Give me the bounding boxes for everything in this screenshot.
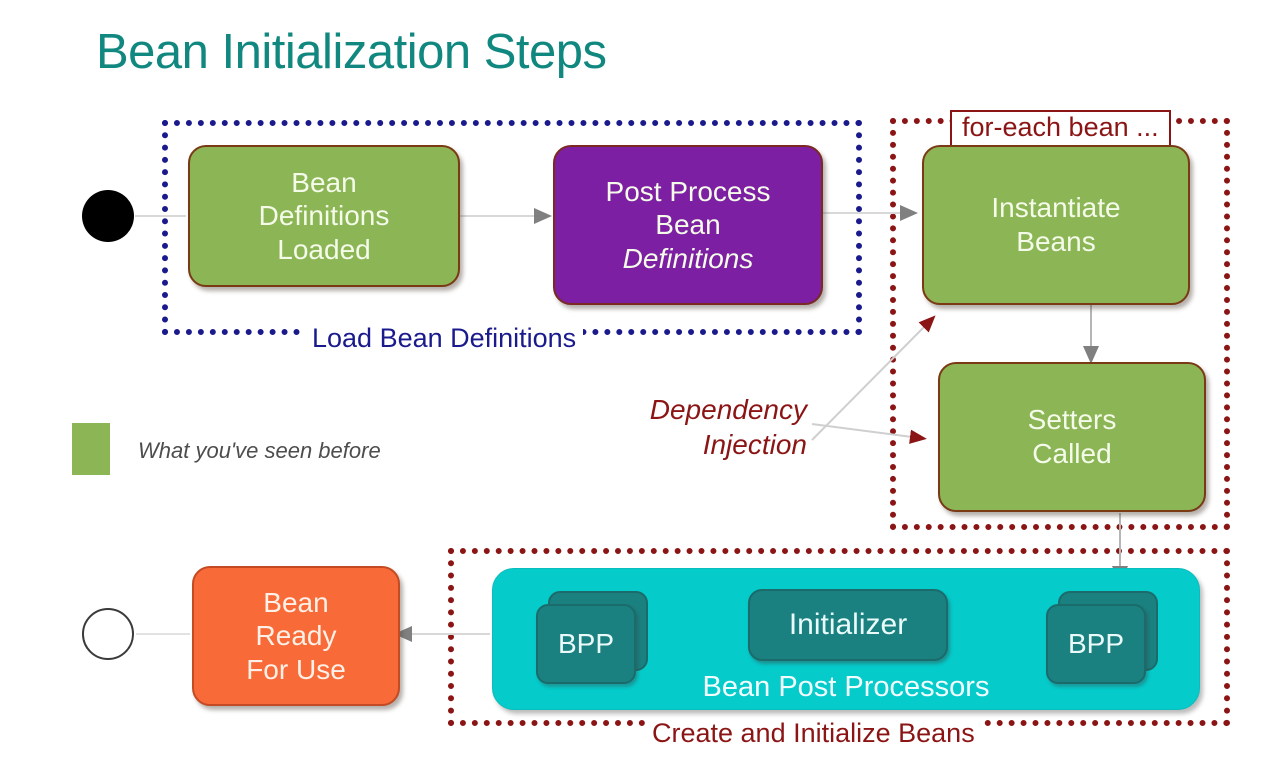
annotation-line: Injection	[702, 429, 807, 460]
node-line: Instantiate	[991, 192, 1121, 224]
node-line: Loaded	[277, 233, 371, 265]
node-post-process-bean-definitions[interactable]: Post Process Bean Definitions	[553, 145, 823, 305]
diagram-canvas: Bean Initialization Steps Load Bean Defi…	[0, 0, 1267, 770]
node-bean-definitions-loaded[interactable]: Bean Definitions Loaded	[188, 145, 460, 287]
node-line: Post Process	[605, 175, 771, 207]
node-line: Setters	[1027, 404, 1117, 436]
node-line: Ready	[255, 620, 337, 652]
node-line: Beans	[1016, 226, 1096, 257]
end-node	[82, 608, 134, 660]
node-initializer[interactable]: Initializer	[748, 589, 948, 661]
start-node	[82, 190, 134, 242]
legend-label: What you've seen before	[138, 438, 381, 463]
bpp-front-card[interactable]: BPP	[1046, 604, 1146, 684]
node-instantiate-beans[interactable]: Instantiate Beans	[922, 145, 1190, 305]
bpp-label: BPP	[557, 628, 615, 659]
node-line: Bean	[655, 209, 721, 241]
page-title: Bean Initialization Steps	[96, 25, 607, 79]
legend-color-swatch	[72, 423, 110, 475]
annotation-line: Dependency	[649, 394, 807, 425]
region-label-create-and-initialize-beans: Create and Initialize Beans	[645, 718, 982, 749]
region-label-for-each-bean: for-each bean ...	[950, 110, 1171, 147]
node-setters-called[interactable]: Setters Called	[938, 362, 1206, 512]
node-line: Bean	[291, 166, 357, 198]
region-label-load-bean-definitions: Load Bean Definitions	[305, 323, 584, 354]
node-line: Bean	[263, 586, 329, 618]
bpp-stack-right[interactable]: BPP	[1046, 591, 1160, 686]
node-line: Definitions	[258, 200, 390, 232]
annotation-dependency-injection: Dependency Injection	[612, 392, 807, 462]
node-line: Called	[1032, 438, 1112, 469]
bpp-label: BPP	[1067, 628, 1125, 659]
bpp-stack-left[interactable]: BPP	[536, 591, 650, 686]
bpp-front-card[interactable]: BPP	[536, 604, 636, 684]
node-line-italic: Definitions	[622, 242, 754, 274]
node-line: For Use	[246, 653, 346, 685]
node-line: Initializer	[788, 608, 908, 641]
node-bean-ready-for-use[interactable]: Bean Ready For Use	[192, 566, 400, 706]
